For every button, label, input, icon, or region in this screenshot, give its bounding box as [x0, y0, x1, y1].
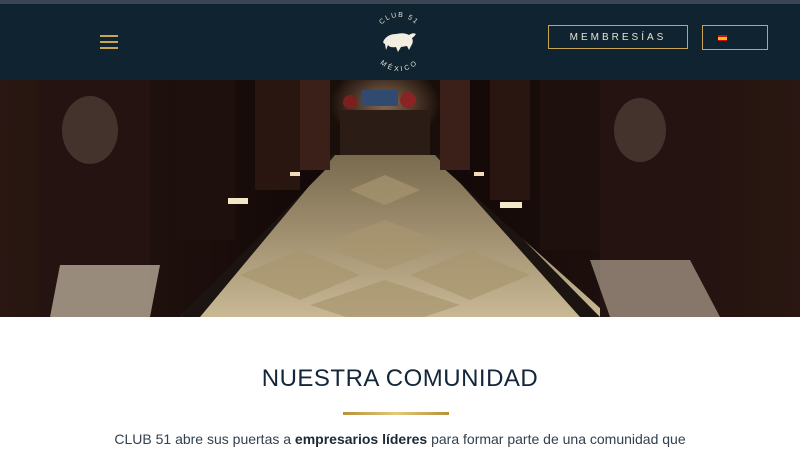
section-title: NUESTRA COMUNIDAD: [261, 365, 539, 392]
spain-flag-icon: [718, 35, 727, 41]
club51-logo[interactable]: CLUB 51 MÉXICO: [364, 10, 434, 74]
hamburger-menu-icon[interactable]: [100, 35, 118, 49]
intro-text-part2: para formar parte de una comunidad que: [427, 431, 686, 447]
hero-image: [0, 80, 800, 317]
logo-text-bottom: MÉXICO: [379, 59, 418, 73]
bull-icon: [383, 33, 416, 52]
language-selector[interactable]: [702, 25, 768, 50]
gold-divider: [343, 412, 449, 415]
logo-text-top: CLUB 51: [378, 12, 418, 26]
site-header: CLUB 51 MÉXICO MEMBRESÍAS: [0, 4, 800, 80]
svg-text:CLUB 51: CLUB 51: [378, 12, 419, 26]
membership-button[interactable]: MEMBRESÍAS: [548, 25, 688, 49]
svg-text:MÉXICO: MÉXICO: [379, 59, 420, 73]
intro-text: CLUB 51 abre sus puertas a empresarios l…: [0, 431, 800, 447]
intro-text-part1: CLUB 51 abre sus puertas a: [114, 431, 295, 447]
intro-text-bold: empresarios líderes: [294, 431, 428, 447]
